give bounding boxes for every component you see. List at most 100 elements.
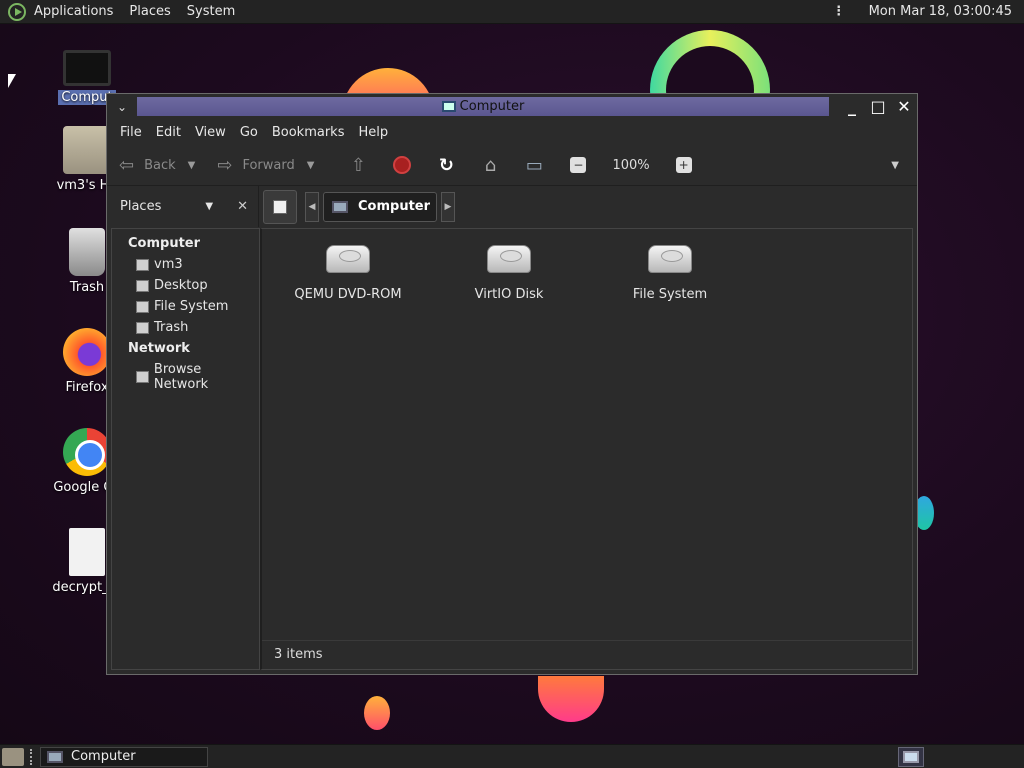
window-title-text: Computer [459,99,525,114]
top-panel: Applications Places System ⋮ Mon Mar 18,… [0,0,1024,24]
workspace-switcher[interactable] [898,746,924,767]
toggle-location-entry-button[interactable] [263,189,297,224]
maximize-button[interactable]: □ [865,97,891,116]
home-icon[interactable]: ⌂ [479,154,501,176]
panel-grip-handle[interactable] [30,748,36,765]
desktop-icon-label: Firefox [65,380,109,395]
stop-button[interactable] [391,154,413,176]
menu-applications[interactable]: Applications [26,4,121,19]
zoom-in-icon: + [675,157,692,173]
places-sidebar: Computer vm3 Desktop File System Trash N… [111,228,260,670]
distro-logo-icon[interactable] [8,2,26,21]
decor-blob [538,676,604,722]
menu-places[interactable]: Places [121,4,178,19]
forward-history-dropdown-icon[interactable]: ▼ [307,160,315,171]
sidebar-item-browse-network[interactable]: Browse Network [112,359,259,395]
edit-location-icon [273,199,287,214]
places-selector[interactable]: Places [120,199,205,214]
computer-icon [332,200,348,213]
breadcrumb-scroll-right-button[interactable]: ▶ [441,191,455,222]
menu-edit[interactable]: Edit [149,125,188,140]
optical-drive-icon [326,245,370,273]
toolbar-overflow-dropdown-icon[interactable]: ▼ [891,160,899,171]
taskbar-item-computer[interactable]: Computer [40,746,208,767]
back-label: Back [144,157,176,173]
close-sidebar-icon[interactable]: ✕ [237,199,248,214]
clock[interactable]: Mon Mar 18, 03:00:45 [869,4,1012,19]
sidebar-item-label: vm3 [154,257,183,272]
sidebar-heading-computer[interactable]: Computer [112,233,259,254]
menu-go[interactable]: Go [233,125,265,140]
file-item-file-system[interactable]: File System [600,245,740,302]
file-icon [69,528,105,576]
computer-icon[interactable]: ▭ [523,154,545,176]
file-item-label: VirtIO Disk [474,287,544,302]
breadcrumb-scroll-left-button[interactable]: ◀ [305,191,319,222]
trash-icon [69,228,105,276]
minimize-button[interactable]: _ [839,97,865,116]
close-button[interactable]: ✕ [891,97,917,116]
bottom-panel: Computer [0,744,1024,768]
hard-disk-icon [487,245,531,273]
show-desktop-icon[interactable] [2,747,24,766]
sidebar-item-file-system[interactable]: File System [112,296,259,317]
home-folder-icon [136,258,149,271]
sidebar-header: Places ▼ ✕ [107,186,259,227]
breadcrumb-label: Computer [358,199,431,214]
home-folder-icon [63,126,111,174]
places-dropdown-icon[interactable]: ▼ [205,201,213,212]
back-history-dropdown-icon[interactable]: ▼ [188,160,196,171]
toolbar: ⇦ Back ▼ ⇨ Forward ▼ ⇧ ↻ ⌂ ▭ − 100% + ▼ [107,145,917,185]
menu-bookmarks[interactable]: Bookmarks [265,125,352,140]
zoom-out-icon: − [570,157,587,173]
file-item-label: QEMU DVD-ROM [294,287,402,302]
back-button[interactable]: ⇦ Back [119,155,176,176]
file-item-label: File System [632,287,708,302]
computer-icon [441,101,456,112]
forward-arrow-icon: ⇨ [217,154,233,176]
sidebar-item-label: Browse Network [153,362,209,392]
breadcrumb-computer[interactable]: Computer [323,191,437,222]
monitor-icon [63,50,111,86]
window-title[interactable]: Computer [137,97,829,116]
icon-view[interactable]: QEMU DVD-ROM VirtIO Disk File System [262,229,912,641]
sidebar-item-trash[interactable]: Trash [112,317,259,338]
sidebar-item-label: File System [154,299,229,314]
file-item-virtio-disk[interactable]: VirtIO Disk [439,245,579,302]
window-titlebar[interactable]: ⌄ Computer _ □ ✕ [107,94,917,119]
menu-help[interactable]: Help [351,125,395,140]
desktop-folder-icon [136,279,149,292]
sidebar-item-label: Trash [154,320,189,335]
workspace-icon [903,750,919,763]
content-area: Computer vm3 Desktop File System Trash N… [111,228,913,670]
hard-disk-icon [648,245,692,273]
status-bar: 3 items [274,646,323,662]
zoom-out-button[interactable]: − [567,154,589,176]
up-arrow-icon[interactable]: ⇧ [347,154,369,176]
chrome-icon [63,428,111,476]
sidebar-item-desktop[interactable]: Desktop [112,275,259,296]
sidebar-heading-network[interactable]: Network [112,338,259,359]
location-bar: Places ▼ ✕ ◀ Computer ▶ [107,185,917,227]
sidebar-item-vm3[interactable]: vm3 [112,254,259,275]
menu-view[interactable]: View [188,125,233,140]
zoom-level[interactable]: 100% [612,158,649,173]
decor-blob [364,696,390,730]
network-icon [136,371,149,383]
trash-icon [136,321,149,334]
file-item-qemu-dvd-rom[interactable]: QEMU DVD-ROM [278,245,418,302]
window-menu-chevron-icon[interactable]: ⌄ [107,100,137,114]
menubar: File Edit View Go Bookmarks Help [107,119,917,145]
computer-icon [47,750,63,763]
menu-system[interactable]: System [179,4,243,19]
stop-icon [393,156,412,174]
zoom-in-button[interactable]: + [673,154,695,176]
file-view-pane[interactable]: QEMU DVD-ROM VirtIO Disk File System 3 i… [260,228,913,670]
reload-icon[interactable]: ↻ [435,154,457,176]
forward-button[interactable]: ⇨ Forward [217,155,294,176]
back-arrow-icon: ⇦ [119,154,135,176]
forward-label: Forward [242,157,295,173]
kebab-menu-icon[interactable]: ⋮ [829,4,849,19]
file-manager-window: ⌄ Computer _ □ ✕ File Edit View Go Bookm… [106,93,918,675]
menu-file[interactable]: File [113,125,149,140]
